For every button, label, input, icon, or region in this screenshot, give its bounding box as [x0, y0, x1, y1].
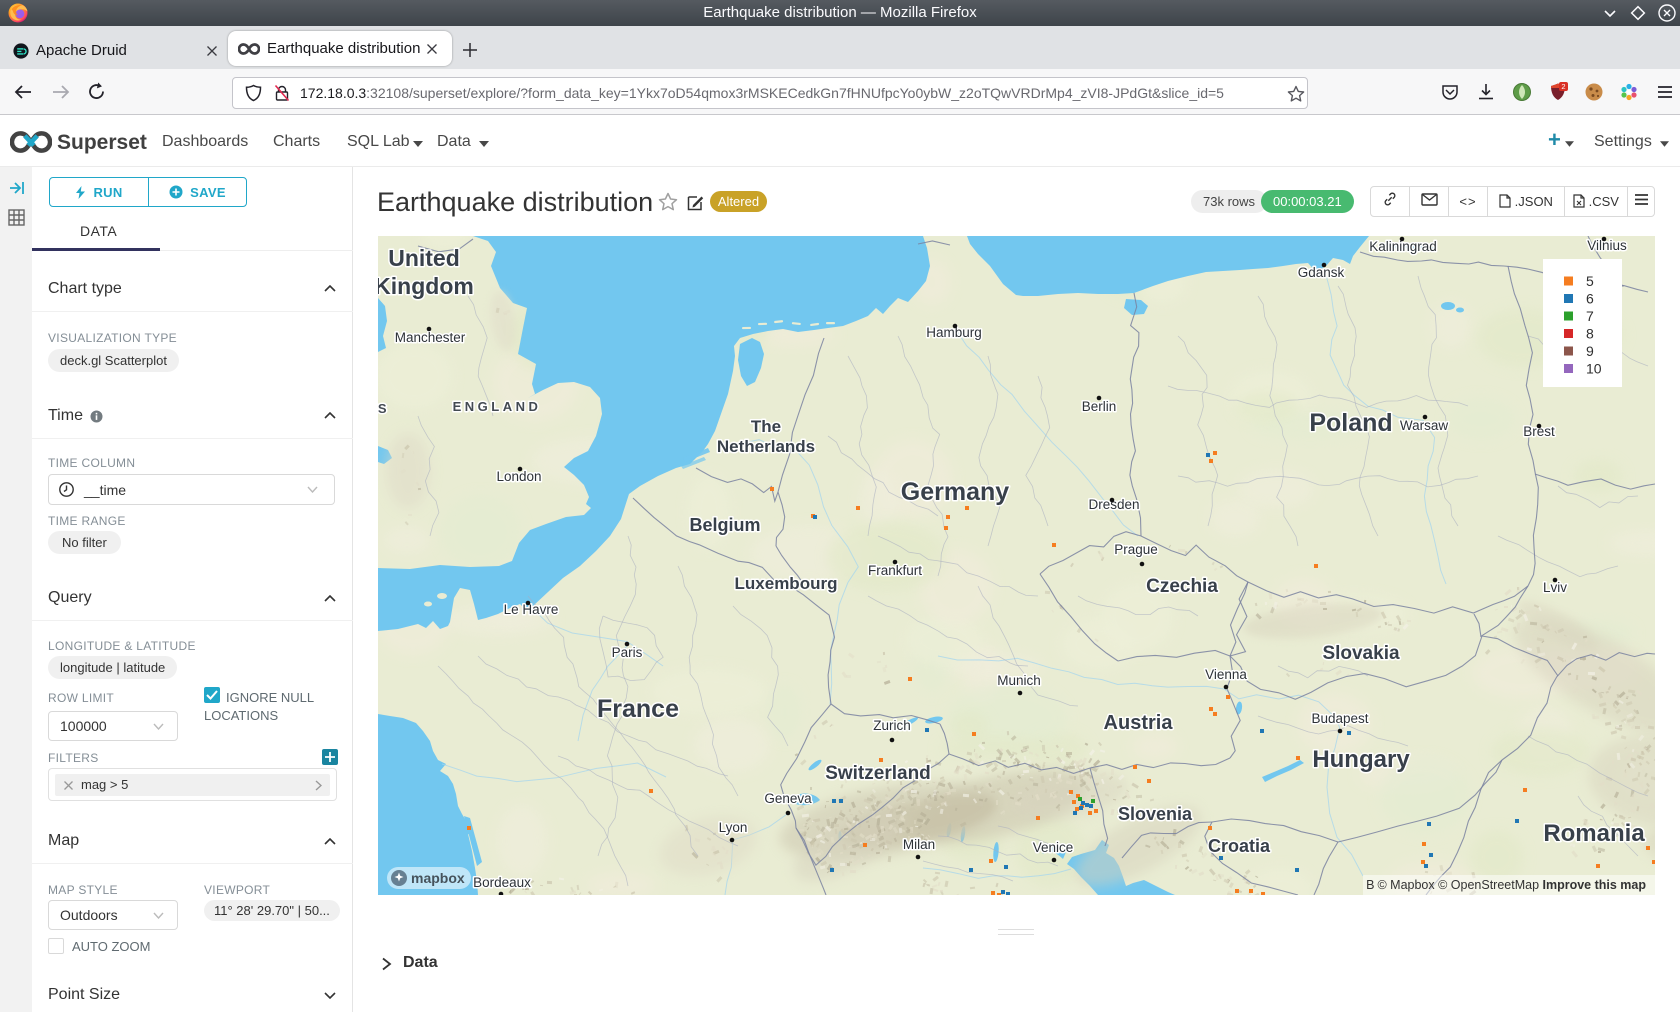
svg-text:ES: ES: [378, 401, 390, 416]
svg-text:Berlin: Berlin: [1082, 399, 1117, 414]
svg-text:Gdansk: Gdansk: [1298, 265, 1345, 280]
svg-text:ENGLAND: ENGLAND: [453, 399, 542, 414]
svg-text:Belgium: Belgium: [689, 515, 760, 535]
svg-text:United: United: [388, 245, 460, 271]
svg-text:Netherlands: Netherlands: [717, 437, 815, 456]
svg-text:Vilnius: Vilnius: [1587, 238, 1627, 253]
svg-text:Lyon: Lyon: [719, 820, 748, 835]
svg-text:5: 5: [1586, 273, 1594, 289]
svg-text:Slovenia: Slovenia: [1118, 804, 1193, 824]
svg-text:Budapest: Budapest: [1311, 711, 1368, 726]
svg-text:8: 8: [1586, 326, 1594, 342]
svg-text:Venice: Venice: [1033, 840, 1074, 855]
svg-text:Germany: Germany: [901, 478, 1009, 506]
svg-text:Slovakia: Slovakia: [1322, 643, 1400, 664]
svg-text:mapbox: mapbox: [411, 870, 465, 886]
svg-text:Zurich: Zurich: [873, 718, 911, 733]
svg-text:Prague: Prague: [1114, 542, 1158, 557]
svg-text:Poland: Poland: [1309, 409, 1392, 437]
svg-text:Vienna: Vienna: [1205, 667, 1247, 682]
svg-text:Hungary: Hungary: [1312, 746, 1410, 773]
svg-text:Austria: Austria: [1104, 712, 1174, 734]
svg-text:10: 10: [1586, 361, 1602, 377]
svg-text:Manchester: Manchester: [395, 330, 466, 345]
svg-text:Milan: Milan: [903, 837, 935, 852]
svg-text:Croatia: Croatia: [1208, 836, 1271, 856]
svg-text:9: 9: [1586, 343, 1594, 359]
svg-text:Kaliningrad: Kaliningrad: [1369, 239, 1437, 254]
svg-text:Frankfurt: Frankfurt: [868, 563, 922, 578]
svg-text:Le Havre: Le Havre: [504, 602, 559, 617]
svg-text:Switzerland: Switzerland: [825, 763, 931, 784]
svg-text:The: The: [751, 417, 781, 436]
svg-text:Kingdom: Kingdom: [378, 273, 474, 299]
svg-text:Warsaw: Warsaw: [1400, 418, 1449, 433]
svg-text:Czechia: Czechia: [1146, 576, 1218, 597]
svg-text:7: 7: [1586, 308, 1594, 324]
svg-text:Paris: Paris: [612, 645, 643, 660]
svg-text:B© Mapbox © OpenStreetMap Impr: B© Mapbox © OpenStreetMap Improve this m…: [1366, 878, 1646, 892]
svg-text:Bordeaux: Bordeaux: [473, 875, 531, 890]
svg-text:Geneva: Geneva: [764, 791, 812, 806]
svg-text:France: France: [597, 695, 679, 723]
svg-text:Romania: Romania: [1543, 820, 1645, 847]
svg-text:Luxembourg: Luxembourg: [735, 574, 838, 593]
svg-text:London: London: [496, 469, 541, 484]
svg-text:6: 6: [1586, 291, 1594, 307]
svg-text:2: 2: [1561, 82, 1565, 91]
svg-text:Munich: Munich: [997, 673, 1041, 688]
